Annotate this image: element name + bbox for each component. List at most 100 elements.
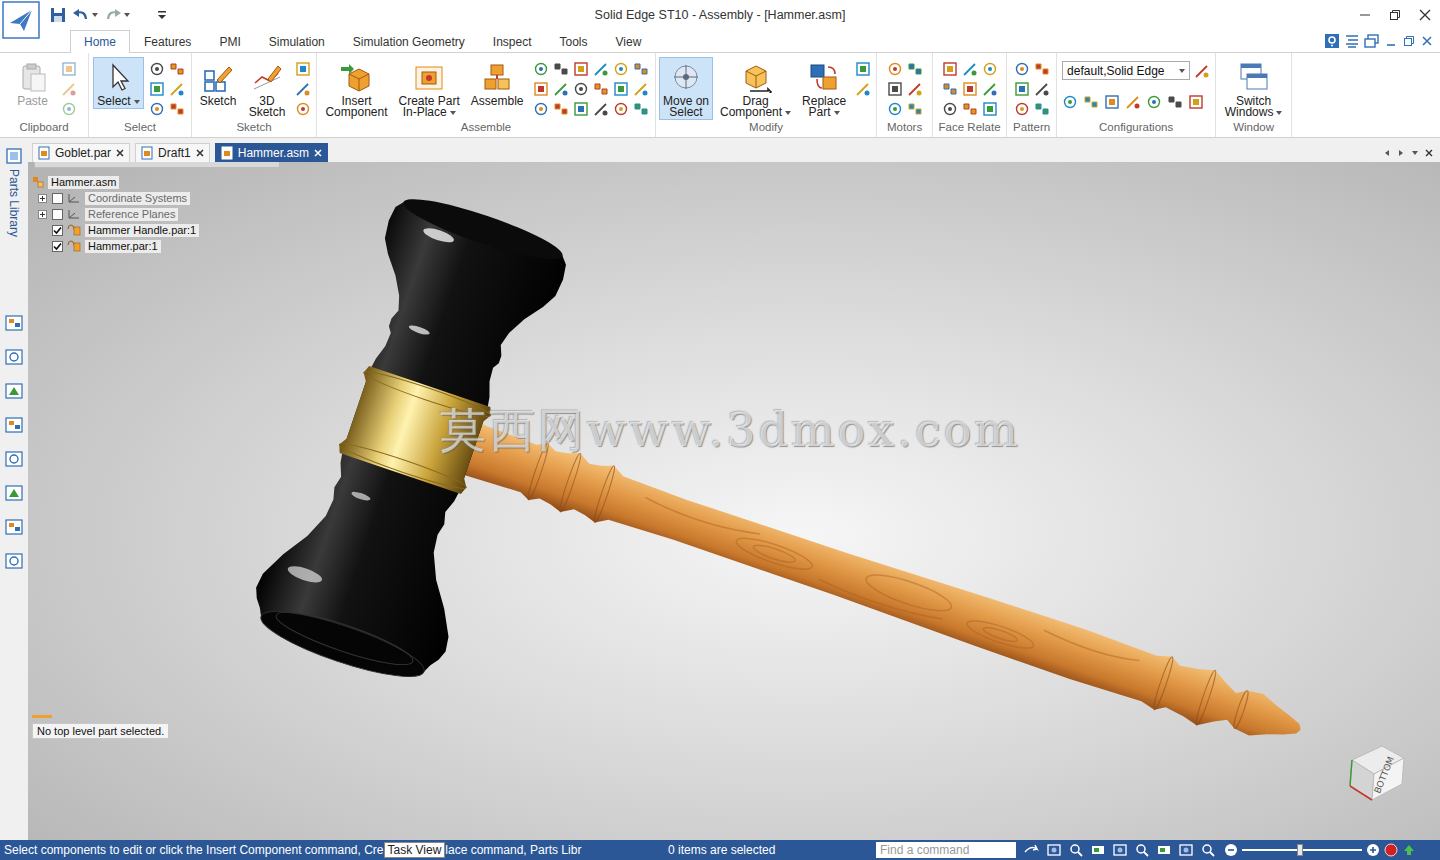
tool-icon[interactable] [942, 61, 958, 77]
customize-toolbar-icon[interactable] [156, 9, 168, 21]
tool-icon[interactable] [533, 81, 549, 97]
view-cube[interactable]: BOTTOM [1342, 738, 1412, 802]
panel-grip[interactable] [34, 162, 280, 168]
view-tool-icon[interactable] [1024, 843, 1040, 857]
dock-tool-icon[interactable] [4, 381, 24, 401]
tool-icon[interactable] [962, 81, 978, 97]
dock-tool-icon[interactable] [4, 415, 24, 435]
learn-icon[interactable] [1344, 33, 1360, 49]
tool-icon[interactable] [169, 61, 185, 77]
tool-icon[interactable] [573, 61, 589, 77]
ribbon-button[interactable]: DragComponent [716, 57, 795, 120]
close-all-icon[interactable] [1424, 148, 1434, 158]
tool-icon[interactable] [149, 81, 165, 97]
tool-icon[interactable] [907, 101, 923, 117]
visibility-checkbox[interactable] [52, 193, 63, 204]
zoom-thumb[interactable] [1297, 844, 1303, 856]
tool-icon[interactable] [633, 61, 649, 77]
tool-icon[interactable] [533, 101, 549, 117]
view-tool-icon[interactable] [1068, 843, 1084, 857]
document-tab[interactable]: Goblet.par [32, 143, 130, 162]
view-tool-icon[interactable] [1090, 843, 1106, 857]
ribbon-button[interactable]: 3DSketch [244, 57, 290, 120]
tool-icon[interactable] [169, 81, 185, 97]
redo-icon[interactable] [104, 7, 122, 23]
tool-icon[interactable] [1034, 61, 1050, 77]
view-tool-icon[interactable] [1156, 843, 1172, 857]
tool-icon[interactable] [942, 101, 958, 117]
tool-icon[interactable] [295, 101, 311, 117]
save-icon[interactable] [50, 7, 66, 23]
close-tab-icon[interactable] [313, 148, 323, 158]
tool-icon[interactable] [1014, 61, 1030, 77]
view-tool-icon[interactable] [1134, 843, 1150, 857]
ribbon-button[interactable]: ReplacePart [798, 57, 850, 120]
zoom-slider[interactable] [1242, 843, 1362, 857]
undo-icon[interactable] [72, 7, 90, 23]
ribbon-tab[interactable]: Simulation Geometry [339, 30, 479, 52]
ribbon-tab[interactable]: PMI [205, 30, 254, 52]
tool-icon[interactable] [573, 101, 589, 117]
tool-icon[interactable] [1125, 94, 1141, 110]
close-icon[interactable] [1410, 5, 1440, 25]
tab-list-icon[interactable] [1410, 148, 1420, 158]
tool-icon[interactable] [982, 101, 998, 117]
tool-icon[interactable] [633, 101, 649, 117]
expand-icon[interactable] [38, 210, 47, 219]
tool-icon[interactable] [593, 81, 609, 97]
tool-icon[interactable] [907, 61, 923, 77]
dock-tool-icon[interactable] [4, 313, 24, 333]
command-search[interactable] [876, 842, 1016, 858]
tool-icon[interactable] [1062, 94, 1078, 110]
minimize-icon[interactable] [1350, 5, 1380, 25]
tool-icon[interactable] [169, 101, 185, 117]
tool-icon[interactable] [855, 61, 871, 77]
view-tool-icon[interactable] [1046, 843, 1062, 857]
dock-tool-icon[interactable] [4, 347, 24, 367]
tree-item[interactable]: Hammer.par:1 [32, 238, 199, 254]
tool-icon[interactable] [573, 81, 589, 97]
help-icon[interactable] [1324, 33, 1340, 49]
view-tool-icon[interactable] [1200, 843, 1216, 857]
tree-item[interactable]: Hammer Handle.par:1 [32, 222, 199, 238]
tool-icon[interactable] [553, 81, 569, 97]
visibility-checkbox[interactable] [52, 241, 63, 252]
ribbon-tab[interactable]: Tools [546, 30, 602, 52]
tool-icon[interactable] [553, 101, 569, 117]
tool-icon[interactable] [613, 61, 629, 77]
zoom-in-icon[interactable] [1366, 843, 1380, 857]
tool-icon[interactable] [613, 101, 629, 117]
tool-icon[interactable] [962, 101, 978, 117]
tool-icon[interactable] [295, 61, 311, 77]
tool-icon[interactable] [61, 61, 77, 77]
tool-icon[interactable] [533, 61, 549, 77]
tool-icon[interactable] [1146, 94, 1162, 110]
tree-item[interactable]: Reference Planes [32, 206, 199, 222]
tool-icon[interactable] [1014, 101, 1030, 117]
tool-icon[interactable] [61, 81, 77, 97]
tool-icon[interactable] [982, 61, 998, 77]
visibility-checkbox[interactable] [52, 209, 63, 220]
tool-icon[interactable] [855, 81, 871, 97]
ribbon-tab[interactable]: View [602, 30, 656, 52]
zoom-out-icon[interactable] [1224, 843, 1238, 857]
restore-icon[interactable] [1380, 5, 1410, 25]
tool-icon[interactable] [1014, 81, 1030, 97]
ribbon-button[interactable]: Select [93, 57, 143, 109]
expand-status-icon[interactable] [1402, 843, 1416, 857]
ribbon-button[interactable]: Sketch [195, 57, 241, 109]
tool-icon[interactable] [613, 81, 629, 97]
ribbon-tab[interactable]: Inspect [479, 30, 546, 52]
tool-icon[interactable] [633, 81, 649, 97]
configuration-dropdown[interactable]: default,Solid Edge [1062, 61, 1190, 80]
tool-icon[interactable] [295, 81, 311, 97]
tool-icon[interactable] [149, 61, 165, 77]
3d-viewport[interactable]: Hammer.asm Coordinate Systems Reference … [28, 162, 1440, 840]
tool-icon[interactable] [1188, 94, 1204, 110]
hammer-model[interactable] [28, 162, 1440, 840]
tool-icon[interactable] [942, 81, 958, 97]
tool-icon[interactable] [1034, 81, 1050, 97]
tool-icon[interactable] [593, 101, 609, 117]
ribbon-button[interactable]: Create PartIn-Place [395, 57, 464, 120]
parts-library-icon[interactable] [5, 147, 23, 165]
